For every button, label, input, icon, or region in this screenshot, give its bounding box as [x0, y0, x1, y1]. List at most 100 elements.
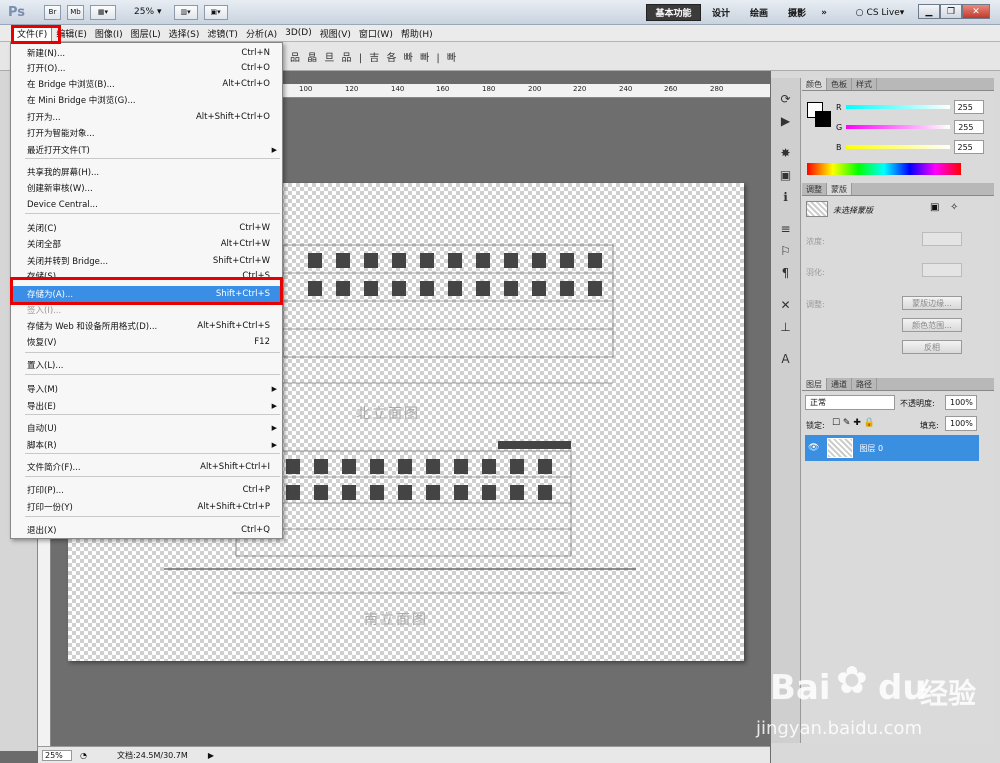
file-menu-item[interactable]: 脚本(R) ▶	[11, 437, 282, 453]
blue-value[interactable]: 255	[953, 140, 984, 154]
file-menu-item[interactable]: 在 Mini Bridge 中浏览(G)...	[11, 92, 282, 108]
file-menu-item[interactable]: 导出(E) ▶	[11, 398, 282, 414]
color-spectrum[interactable]	[807, 163, 961, 175]
file-menu-item[interactable]: 自动(U) ▶	[11, 420, 282, 436]
file-menu-item[interactable]: 置入(L)...	[11, 357, 282, 373]
file-menu-item[interactable]: 文件简介(F)... Alt+Shift+Ctrl+I	[11, 459, 282, 475]
workspace-design[interactable]: 设计	[706, 4, 736, 21]
green-slider[interactable]	[846, 125, 951, 129]
green-value[interactable]: 255	[954, 120, 985, 134]
visibility-eye-icon[interactable]: 👁	[808, 443, 819, 453]
workspace-painting[interactable]: 绘画	[744, 4, 774, 21]
invert-button[interactable]: 反相	[902, 340, 962, 354]
cs-live-button[interactable]: ○ CS Live ▾	[850, 4, 910, 21]
blend-mode-select[interactable]: 正常	[805, 395, 895, 410]
character-icon[interactable]: ≡	[774, 220, 798, 238]
file-menu-item[interactable]: 恢复(V) F12	[11, 334, 282, 350]
zoom-level[interactable]: 25%	[134, 7, 154, 17]
file-menu-item[interactable]: 退出(X) Ctrl+Q	[11, 522, 282, 538]
tab-masks[interactable]: 蒙版	[827, 183, 852, 195]
pixel-mask-icon[interactable]: ▣	[930, 202, 939, 213]
tab-adjustments[interactable]: 调整	[802, 183, 827, 195]
minimize-button[interactable]: ▁	[918, 4, 940, 19]
tab-styles[interactable]: 样式	[852, 78, 877, 90]
mask-edge-button[interactable]: 蒙版边缘...	[902, 296, 962, 310]
zoom-chevron-icon[interactable]: ▾	[157, 7, 162, 17]
lock-icons[interactable]: ☐ ✎ ✚ 🔒	[832, 418, 875, 428]
tab-swatches[interactable]: 色板	[827, 78, 852, 90]
status-zoom[interactable]: 25%	[42, 749, 72, 761]
red-value[interactable]: 255	[953, 100, 984, 114]
stamp-icon[interactable]: ⊥	[774, 318, 798, 336]
vector-mask-icon[interactable]: ✧	[950, 202, 958, 213]
color-range-button[interactable]: 颜色范围...	[902, 318, 962, 332]
view-extras-button[interactable]: ▦▾	[90, 4, 116, 20]
file-menu-item[interactable]: 在 Bridge 中浏览(B)... Alt+Ctrl+O	[11, 76, 282, 92]
brushes-icon[interactable]: ✸	[774, 144, 798, 162]
file-menu-item[interactable]: 打印(P)... Ctrl+P	[11, 482, 282, 498]
tab-color[interactable]: 颜色	[802, 78, 827, 90]
text-icon[interactable]: A	[774, 350, 798, 368]
status-info-icon[interactable]: ◔	[80, 751, 87, 760]
file-menu-item[interactable]: 创建新审核(W)...	[11, 180, 282, 196]
file-menu-item[interactable]: 新建(N)... Ctrl+N	[11, 45, 282, 61]
arrange-documents-button[interactable]: ▥▾	[173, 4, 198, 20]
fill-field[interactable]: 100%	[945, 416, 977, 431]
ruler-tick: 280	[710, 85, 724, 93]
menu-help[interactable]: 帮助(H)	[397, 25, 437, 42]
lock-label: 锁定:	[806, 421, 825, 430]
status-arrow-icon[interactable]: ▶	[208, 751, 214, 760]
file-menu-item[interactable]: 共享我的屏幕(H)...	[11, 164, 282, 180]
tab-paths[interactable]: 路径	[852, 378, 877, 390]
file-menu-item[interactable]: 关闭全部 Alt+Ctrl+W	[11, 236, 282, 252]
align-distribute-buttons[interactable]: 品 晶 旦 品 | 吉 各 빠 빠 | 빠	[290, 49, 458, 64]
file-menu-item[interactable]: 关闭(C) Ctrl+W	[11, 220, 282, 236]
menu-view[interactable]: 视图(V)	[316, 25, 355, 42]
file-menu-item[interactable]: 打开(O)... Ctrl+O	[11, 60, 282, 76]
clone-source-icon[interactable]: ▣	[774, 166, 798, 184]
layer-name[interactable]: 图层 0	[859, 443, 883, 454]
file-menu-item[interactable]: Device Central...	[11, 197, 282, 213]
blue-slider[interactable]	[845, 145, 950, 149]
opacity-field[interactable]: 100%	[945, 395, 977, 410]
restore-button[interactable]: ❐	[940, 4, 962, 19]
actions-icon[interactable]: ▶	[774, 112, 798, 130]
file-menu-item[interactable]: 关闭并转到 Bridge... Shift+Ctrl+W	[11, 253, 282, 269]
mini-bridge-button[interactable]: Mb	[67, 4, 84, 20]
menu-filter[interactable]: 滤镜(T)	[203, 25, 242, 42]
menu-analysis[interactable]: 分析(A)	[242, 25, 281, 42]
workspace-essentials[interactable]: 基本功能	[646, 4, 701, 21]
feather-field[interactable]	[922, 263, 962, 277]
menu-separator	[25, 516, 280, 517]
more-workspaces-button[interactable]: »	[815, 4, 833, 21]
tool-presets-icon[interactable]: ⚐	[774, 242, 798, 260]
menu-layer[interactable]: 图层(L)	[127, 25, 165, 42]
screen-mode-button[interactable]: ▣▾	[203, 4, 228, 20]
masks-panel-tabs: 调整 蒙版	[802, 183, 994, 196]
menu-3d[interactable]: 3D(D)	[281, 25, 316, 42]
menu-image[interactable]: 图像(I)	[91, 25, 127, 42]
menu-window[interactable]: 窗口(W)	[355, 25, 397, 42]
file-menu-item[interactable]: 存储为 Web 和设备所用格式(D)... Alt+Shift+Ctrl+S	[11, 318, 282, 334]
layer-row[interactable]: 👁 图层 0	[805, 435, 979, 461]
file-menu-item[interactable]: 最近打开文件(T) ▶	[11, 142, 282, 158]
tab-channels[interactable]: 通道	[827, 378, 852, 390]
file-menu-item[interactable]: 打印一份(Y) Alt+Shift+Ctrl+P	[11, 499, 282, 515]
ruler-tick: 120	[345, 85, 359, 93]
file-menu-item[interactable]: 打开为... Alt+Shift+Ctrl+O	[11, 109, 282, 125]
close-button[interactable]: ✕	[962, 4, 990, 19]
history-icon[interactable]: ⟳	[774, 90, 798, 108]
file-menu-item[interactable]: 打开为智能对象...	[11, 125, 282, 141]
info-icon[interactable]: ℹ	[774, 188, 798, 206]
status-doc-size: 文档:24.5M/30.7M	[116, 750, 188, 760]
file-menu-item[interactable]: 导入(M) ▶	[11, 381, 282, 397]
paragraph-icon[interactable]: ¶	[774, 264, 798, 282]
background-swatch[interactable]	[815, 111, 831, 127]
bridge-button[interactable]: Br	[44, 4, 61, 20]
cross-icon[interactable]: ✕	[774, 296, 798, 314]
density-field[interactable]	[922, 232, 962, 246]
menu-select[interactable]: 选择(S)	[165, 25, 204, 42]
red-slider[interactable]	[845, 105, 950, 109]
workspace-photography[interactable]: 摄影	[782, 4, 812, 21]
tab-layers[interactable]: 图层	[802, 378, 827, 390]
